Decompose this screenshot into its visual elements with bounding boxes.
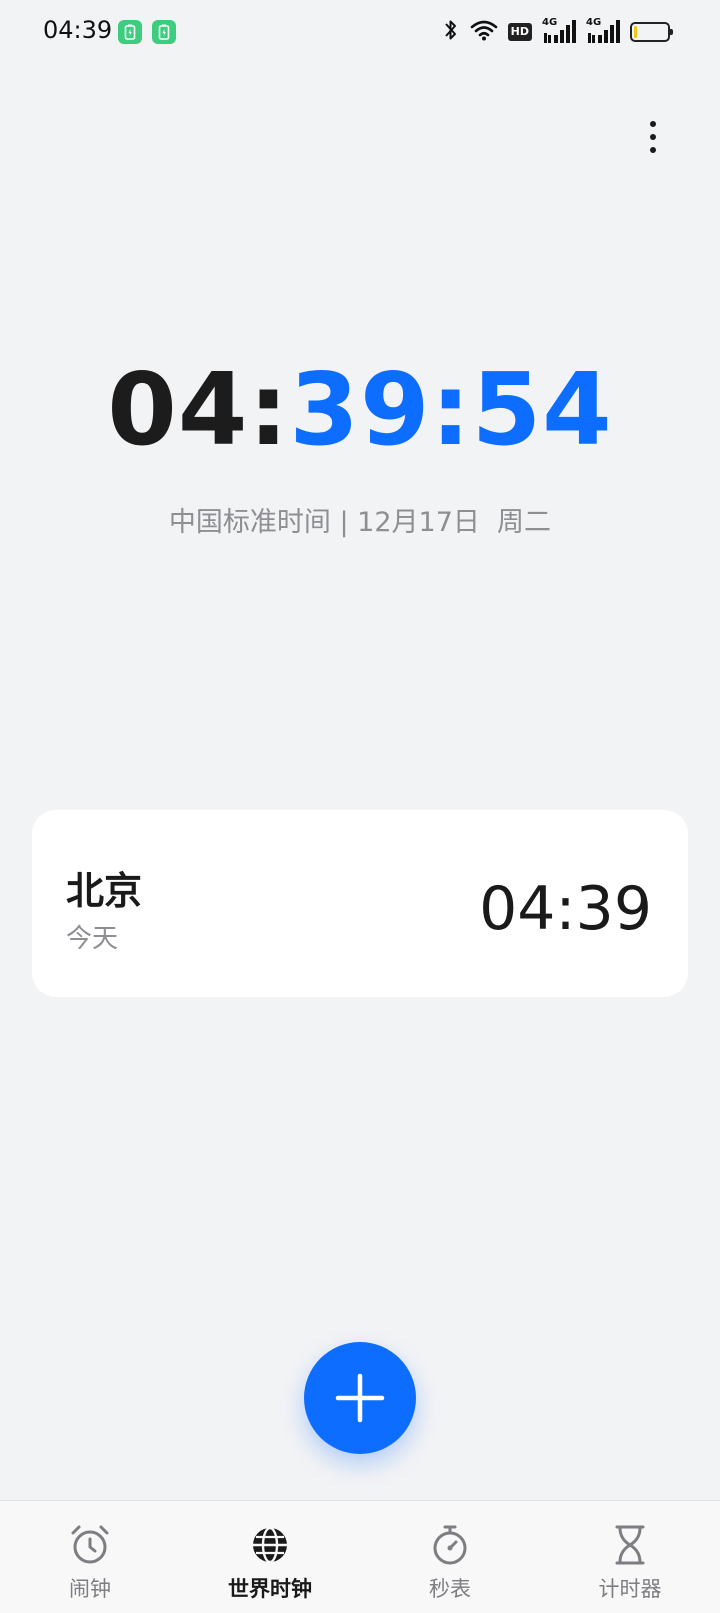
more-dot-icon [650,147,656,153]
stopwatch-icon [433,1525,467,1565]
plus-icon [335,1373,385,1423]
signal-strength-icon-sim2: 4G [586,17,620,45]
city-time: 04:39 [479,874,652,944]
tab-timer-label: 计时器 [598,1577,662,1601]
hourglass-icon [615,1525,645,1565]
clock-separator: : [430,351,472,468]
battery-charging-notification-icon [152,20,176,44]
clock-seconds: 54 [471,351,613,468]
tab-alarm-label: 闹钟 [69,1577,111,1601]
world-clock-city-card[interactable]: 北京 今天 04:39 [32,810,688,997]
more-options-button[interactable] [638,112,668,162]
timezone-date-label: 中国标准时间 | 12月17日 周二 [168,507,552,538]
status-time: 04:39 [43,16,113,44]
clock-hours: 04 [107,351,249,468]
tab-stopwatch-label: 秒表 [429,1577,471,1601]
bottom-navigation: 闹钟 世界时钟 秒表 计时器 [0,1500,720,1613]
tab-timer[interactable]: 计时器 [540,1501,720,1613]
battery-saver-notification-icon [118,20,142,44]
status-icons: HD 4G 4G [442,17,673,46]
tab-world-clock-label: 世界时钟 [228,1577,312,1601]
hd-voice-badge: HD [507,23,532,41]
battery-level [634,26,637,38]
city-day-label: 今天 [66,924,119,954]
more-dot-icon [650,121,656,127]
clock-separator: : [248,351,290,468]
tab-stopwatch[interactable]: 秒表 [360,1501,540,1613]
tab-world-clock[interactable]: 世界时钟 [180,1501,360,1613]
clock-minutes: 39 [289,351,431,468]
bluetooth-icon [442,18,460,46]
more-dot-icon [650,134,656,140]
current-time-display: 04:39:54 [0,345,720,475]
alarm-clock-icon [71,1525,109,1564]
city-name: 北京 [66,869,143,913]
globe-icon [253,1526,287,1564]
battery-icon [630,22,673,42]
wifi-icon [470,19,498,45]
status-bar: 04:39 HD 4G 4G [0,0,720,64]
signal-strength-icon-sim1: 4G [542,17,576,45]
tab-alarm[interactable]: 闹钟 [0,1501,180,1613]
add-city-button[interactable] [304,1342,416,1454]
